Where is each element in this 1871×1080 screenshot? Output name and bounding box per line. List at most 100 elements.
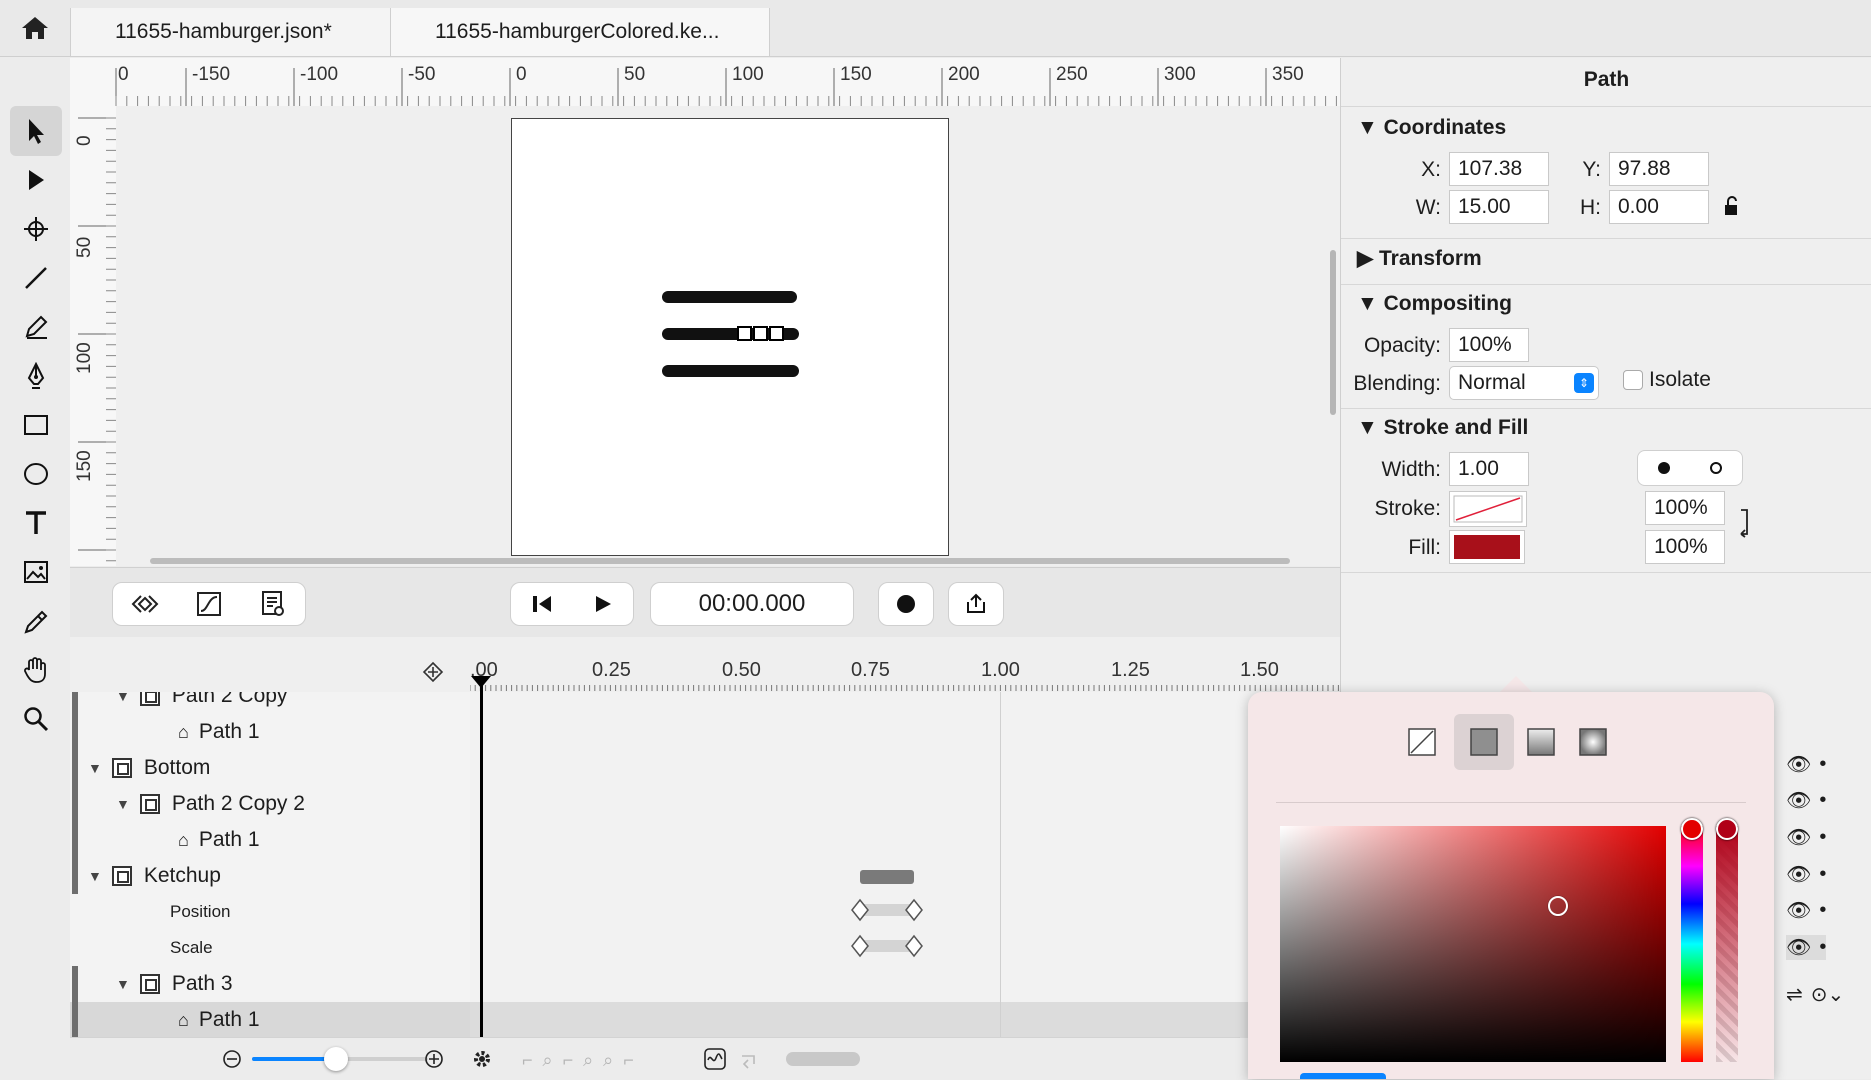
property-row-position[interactable]: Position ◇› — [70, 894, 470, 930]
h-field[interactable]: 0.00 — [1609, 190, 1709, 224]
export-button[interactable] — [948, 582, 1004, 626]
zoom-slider[interactable] — [252, 1047, 428, 1071]
visibility-row[interactable]: 👁 • — [1786, 898, 1826, 923]
compositing-section-header[interactable]: ▼ Compositing — [1357, 292, 1512, 316]
layer-row[interactable]: ▼ Bottom — [70, 750, 470, 786]
lock-dot-icon[interactable]: • — [1819, 826, 1826, 849]
tab-hamburger-json[interactable]: 11655-hamburger.json* — [70, 8, 390, 56]
stroke-fill-section-header[interactable]: ▼ Stroke and Fill — [1357, 416, 1528, 440]
lock-dot-icon[interactable]: • — [1819, 789, 1826, 812]
line-tool[interactable] — [10, 253, 62, 303]
disclosure-triangle-icon[interactable]: ▼ — [116, 692, 130, 704]
color-picker-cursor[interactable] — [1548, 896, 1568, 916]
keyframes-mode-button[interactable] — [113, 583, 177, 625]
add-keyframe-icon[interactable] — [422, 661, 444, 683]
lock-dot-icon[interactable]: • — [1819, 863, 1826, 886]
opacity-slider[interactable] — [1716, 818, 1738, 1062]
script-mode-button[interactable] — [241, 583, 305, 625]
fill-color-well[interactable] — [1449, 530, 1525, 564]
time-display[interactable]: 00:00.000 — [650, 582, 854, 626]
hand-tool[interactable] — [10, 645, 62, 695]
x-field[interactable]: 107.38 — [1449, 152, 1549, 186]
opacity-slider-thumb[interactable] — [1716, 818, 1738, 840]
swap-stroke-fill-icon[interactable] — [1737, 508, 1753, 538]
pencil-tool[interactable] — [10, 302, 62, 352]
go-to-start-button[interactable] — [511, 583, 572, 625]
opacity-field[interactable]: 100% — [1449, 328, 1529, 362]
lock-icon[interactable] — [1723, 196, 1739, 216]
eyedropper-tool[interactable] — [10, 596, 62, 646]
path-handle[interactable] — [737, 326, 752, 341]
tab-hamburger-colored[interactable]: 11655-hamburgerColored.ke... — [390, 8, 770, 56]
home-button[interactable] — [0, 0, 70, 56]
disclosure-triangle-icon[interactable]: ▼ — [88, 868, 102, 884]
eye-icon[interactable]: 👁 — [1786, 898, 1811, 923]
stroke-color-well[interactable] — [1449, 491, 1527, 527]
eye-icon[interactable]: 👁 — [1786, 862, 1811, 887]
fill-type-solid-button[interactable] — [1454, 714, 1514, 770]
waveform-icon[interactable] — [704, 1048, 726, 1070]
visibility-row[interactable]: 👁 • — [1786, 862, 1826, 887]
loop-icon[interactable] — [738, 1048, 760, 1070]
visibility-row[interactable]: 👁 • — [1786, 752, 1826, 777]
color-mode-tab-active[interactable] — [1300, 1073, 1386, 1079]
fill-type-linear-button[interactable] — [1516, 714, 1566, 770]
eye-icon[interactable]: 👁 — [1786, 752, 1811, 777]
disclosure-triangle-icon[interactable]: ▼ — [116, 976, 130, 992]
hamburger-bottom-bar[interactable] — [662, 365, 799, 377]
image-tool[interactable] — [10, 547, 62, 597]
visibility-row[interactable]: 👁 • — [1786, 788, 1826, 813]
artboard[interactable] — [511, 118, 949, 556]
fill-type-none-button[interactable] — [1392, 714, 1452, 770]
play-button[interactable] — [572, 583, 633, 625]
rectangle-tool[interactable] — [10, 400, 62, 450]
record-button[interactable] — [878, 582, 934, 626]
select-tool[interactable] — [10, 106, 62, 156]
zoom-in-icon[interactable] — [424, 1049, 444, 1069]
keyframe-markers[interactable] — [850, 896, 930, 966]
layer-row[interactable]: ▼ Path 2 Copy 2 — [70, 786, 470, 822]
path-handle[interactable] — [769, 326, 784, 341]
timeline-tracks[interactable] — [470, 692, 1340, 1038]
more-options-icon[interactable]: ⊙⌄ — [1811, 982, 1845, 1007]
visibility-row[interactable]: 👁 • — [1786, 825, 1826, 850]
y-field[interactable]: 97.88 — [1609, 152, 1709, 186]
disclosure-triangle-icon[interactable]: ▼ — [116, 796, 130, 812]
visibility-row[interactable]: 👁 • — [1786, 935, 1827, 960]
property-row-scale[interactable]: Scale ◇› — [70, 930, 470, 966]
lock-dot-icon[interactable]: • — [1819, 753, 1826, 776]
pen-tool[interactable] — [10, 351, 62, 401]
canvas-horizontal-scrollbar[interactable] — [150, 558, 1290, 564]
timeline-scrollbar[interactable] — [786, 1052, 860, 1066]
curves-mode-button[interactable] — [177, 583, 241, 625]
fill-opacity-field[interactable]: 100% — [1645, 530, 1725, 564]
open-cap-button[interactable] — [1690, 451, 1742, 485]
zoom-slider-thumb[interactable] — [324, 1047, 348, 1071]
layer-row[interactable]: ⌂ Path 1 — [70, 714, 470, 750]
stroke-opacity-field[interactable]: 100% — [1645, 491, 1725, 525]
w-field[interactable]: 15.00 — [1449, 190, 1549, 224]
zoom-out-icon[interactable] — [222, 1049, 242, 1069]
hamburger-middle-bar[interactable] — [662, 326, 799, 341]
layer-row-selected[interactable]: ⌂ Path 1 — [70, 1002, 470, 1037]
playhead[interactable] — [480, 676, 483, 1038]
text-tool[interactable] — [10, 498, 62, 548]
eye-icon[interactable]: 👁 — [1786, 788, 1811, 813]
transform-section-header[interactable]: ▶ Transform — [1357, 246, 1482, 271]
stroke-width-field[interactable]: 1.00 — [1449, 452, 1529, 486]
eye-icon[interactable]: 👁 — [1786, 825, 1811, 850]
group-keyframe-span[interactable] — [860, 870, 914, 884]
hue-slider-thumb[interactable] — [1681, 818, 1703, 840]
gear-icon[interactable] — [470, 1047, 494, 1071]
zoom-tool[interactable] — [10, 694, 62, 744]
coordinates-section-header[interactable]: ▼ Coordinates — [1357, 116, 1506, 140]
swap-icon[interactable]: ⇌ — [1786, 982, 1803, 1007]
eye-icon[interactable]: 👁 — [1786, 935, 1811, 960]
layer-row[interactable]: ▼ Path 3 — [70, 966, 470, 1002]
layer-row[interactable]: ⌂ Path 1 — [70, 822, 470, 858]
layers-options-row[interactable]: ⇌ ⊙⌄ — [1786, 982, 1844, 1007]
fill-type-radial-button[interactable] — [1568, 714, 1618, 770]
anchor-tool[interactable] — [10, 204, 62, 254]
layer-row[interactable]: ▼ Path 2 Copy — [70, 692, 470, 714]
lock-dot-icon[interactable]: • — [1819, 899, 1826, 922]
